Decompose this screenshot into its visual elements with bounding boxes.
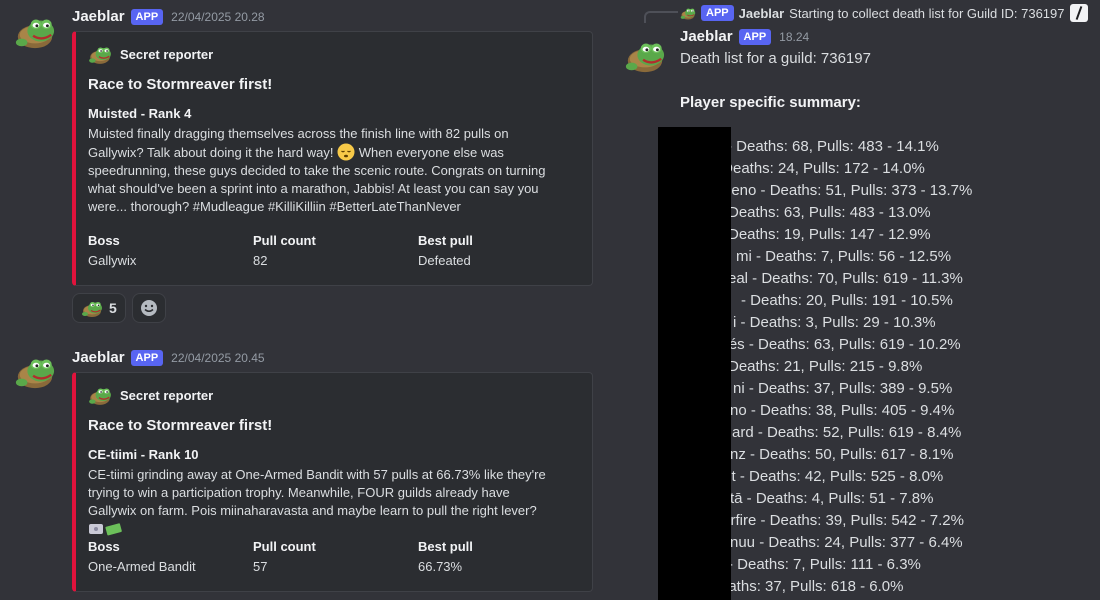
field-name: Pull count — [253, 233, 316, 248]
embed-author: Secret reporter — [88, 383, 213, 407]
embed-title: Race to Stormreaver first! — [88, 417, 273, 434]
add-reaction-icon — [140, 300, 157, 316]
death-list-row: - Deaths: 68, Pulls: 483 - 14.1% — [727, 138, 939, 155]
avatar[interactable] — [14, 10, 56, 52]
field-value: 57 — [253, 559, 268, 574]
app-badge: APP — [130, 349, 164, 366]
reactions: 5 — [72, 293, 166, 323]
reply-username: Jaeblar — [738, 5, 785, 21]
death-list-row: i - Deaths: 3, Pulls: 29 - 10.3% — [733, 314, 936, 331]
reaction-pepe[interactable]: 5 — [72, 293, 126, 323]
app-badge: APP — [701, 5, 734, 21]
reply-text: Starting to collect death list for Guild… — [789, 5, 1065, 21]
embed-subtitle: CE-tiimi - Rank 10 — [88, 447, 199, 462]
death-list-row: Deaths: 21, Pulls: 215 - 9.8% — [728, 358, 923, 375]
message-header: Jaeblar APP 22/04/2025 20.28 — [72, 8, 265, 25]
field-name: Pull count — [253, 539, 316, 554]
death-list-row: - Deaths: 20, Pulls: 191 - 10.5% — [741, 292, 953, 309]
embed-description: CE-tiimi grinding away at One-Armed Band… — [88, 466, 548, 538]
embed: Secret reporter Race to Stormreaver firs… — [72, 372, 593, 592]
field-name: Boss — [88, 233, 120, 248]
chat-right-pane: APP Jaeblar Starting to collect death li… — [620, 0, 1100, 600]
add-reaction-button[interactable] — [131, 293, 166, 323]
reply-reference[interactable]: APP Jaeblar Starting to collect death li… — [680, 4, 1088, 22]
field-value: Defeated — [418, 253, 471, 268]
embed-description: Muisted finally dragging themselves acro… — [88, 125, 548, 216]
timestamp: 22/04/2025 20.28 — [171, 9, 265, 24]
username[interactable]: Jaeblar — [72, 8, 125, 25]
death-list-row: mi - Deaths: 7, Pulls: 56 - 12.5% — [736, 248, 952, 265]
username[interactable]: Jaeblar — [680, 28, 733, 45]
message-header: Jaeblar APP 22/04/2025 20.45 — [72, 349, 265, 366]
avatar[interactable] — [14, 350, 56, 392]
app-badge: APP — [130, 8, 164, 25]
death-list-row: Deaths: 63, Pulls: 483 - 13.0% — [728, 204, 931, 221]
death-list-row: st - Deaths: 42, Pulls: 525 - 8.0% — [724, 468, 944, 485]
field-value: Gallywix — [88, 253, 137, 268]
death-list-row: Deaths: 19, Pulls: 147 - 12.9% — [728, 226, 931, 243]
death-list-row: ard - Deaths: 52, Pulls: 619 - 8.4% — [732, 424, 962, 441]
field-value: 66.73% — [418, 559, 463, 574]
timestamp: 22/04/2025 20.45 — [171, 350, 265, 365]
money-emoji-icon — [89, 523, 122, 536]
embed-title: Race to Stormreaver first! — [88, 76, 273, 93]
death-list-row: tā - Deaths: 4, Pulls: 51 - 7.8% — [730, 490, 934, 507]
slash-command-icon — [1069, 4, 1088, 22]
reply-connector — [644, 11, 678, 23]
field-value: 82 — [253, 253, 268, 268]
death-list-row: terfire - Deaths: 39, Pulls: 542 - 7.2% — [718, 512, 964, 529]
embed-author-name: Secret reporter — [120, 46, 214, 62]
embed-author-name: Secret reporter — [120, 387, 214, 403]
field-name: Best pull — [418, 539, 473, 554]
death-list-row: no - Deaths: 38, Pulls: 405 - 9.4% — [730, 402, 955, 419]
message: Jaeblar APP 22/04/2025 20.45 Secret repo… — [0, 342, 620, 600]
sleepy-face-icon — [337, 143, 355, 161]
death-list-row: eal - Deaths: 70, Pulls: 619 - 11.3% — [728, 270, 963, 287]
chat-left-pane: Jaeblar APP 22/04/2025 20.28 Secret repo… — [0, 0, 620, 600]
avatar[interactable] — [624, 34, 666, 76]
embed-author: Secret reporter — [88, 42, 213, 66]
pepe-icon — [81, 301, 103, 318]
message-header: Jaeblar APP 18.24 — [680, 28, 809, 45]
death-list-row: klés - Deaths: 63, Pulls: 619 - 10.2% — [718, 336, 961, 353]
embed-subtitle: Muisted - Rank 4 — [88, 106, 192, 121]
embed-description-text: CE-tiimi grinding away at One-Armed Band… — [88, 467, 546, 518]
timestamp: 18.24 — [779, 29, 810, 44]
message: Jaeblar APP 22/04/2025 20.28 Secret repo… — [0, 0, 620, 330]
field-value: One-Armed Bandit — [88, 559, 196, 574]
death-list-row: nuu - Deaths: 24, Pulls: 377 - 6.4% — [730, 534, 963, 551]
reply-avatar-icon — [680, 8, 696, 21]
reaction-count: 5 — [109, 300, 117, 316]
embed: Secret reporter Race to Stormreaver firs… — [72, 31, 593, 286]
author-avatar-icon — [88, 46, 112, 65]
field-name: Best pull — [418, 233, 473, 248]
field-name: Boss — [88, 539, 120, 554]
redaction-bar — [658, 127, 731, 600]
death-list-row: eaths: 37, Pulls: 618 - 6.0% — [720, 578, 904, 595]
message-line: Death list for a guild: 736197 — [680, 50, 871, 67]
death-list-row: - Deaths: 7, Pulls: 111 - 6.3% — [728, 556, 921, 573]
death-list-row: nz - Deaths: 50, Pulls: 617 - 8.1% — [730, 446, 954, 463]
app-badge: APP — [738, 28, 772, 45]
username[interactable]: Jaeblar — [72, 349, 125, 366]
death-list-row: ieno - Deaths: 51, Pulls: 373 - 13.7% — [728, 182, 973, 199]
author-avatar-icon — [88, 387, 112, 406]
summary-heading: Player specific summary: — [680, 94, 861, 111]
death-list-row: ni - Deaths: 37, Pulls: 389 - 9.5% — [733, 380, 953, 397]
